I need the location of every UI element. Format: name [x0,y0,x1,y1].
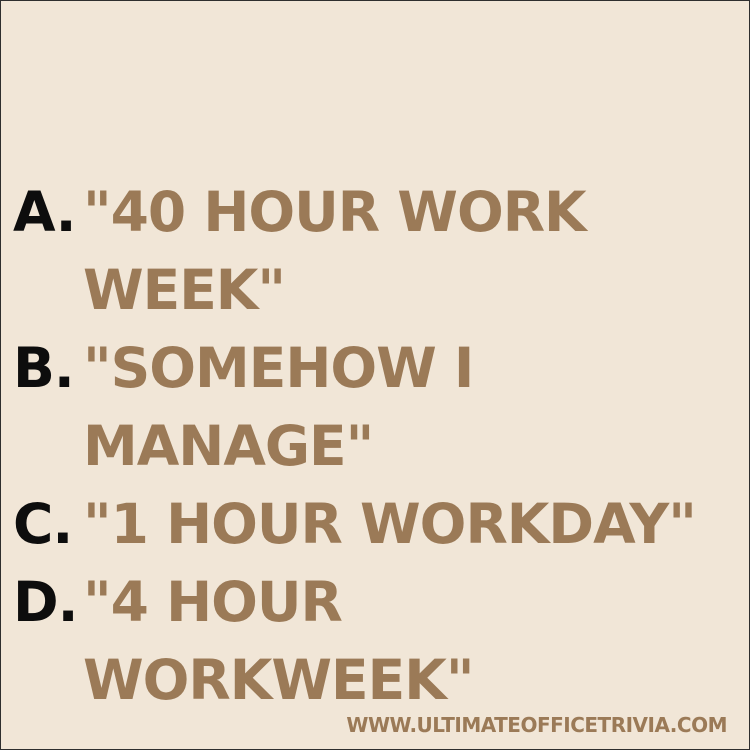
option-b: B. "SOMEHOW I MANAGE" [13,329,743,485]
option-text: "4 HOUR WORKWEEK" [83,570,474,712]
trivia-card: A. "40 HOUR WORK WEEK" B. "SOMEHOW I MAN… [0,0,750,750]
option-c: C. "1 HOUR WORKDAY" [13,485,743,563]
option-d: D. "4 HOUR WORKWEEK" [13,563,743,719]
option-text: "1 HOUR WORKDAY" [83,492,697,556]
answer-options: A. "40 HOUR WORK WEEK" B. "SOMEHOW I MAN… [13,173,743,719]
option-text: "SOMEHOW I MANAGE" [83,336,474,478]
option-letter: D. [13,570,79,634]
option-letter: C. [13,492,73,556]
option-letter: B. [13,336,75,400]
option-letter: A. [13,180,76,244]
website-url: WWW.ULTIMATEOFFICETRIVIA.COM [346,713,727,737]
option-text: "40 HOUR WORK WEEK" [83,180,587,322]
option-a: A. "40 HOUR WORK WEEK" [13,173,743,329]
